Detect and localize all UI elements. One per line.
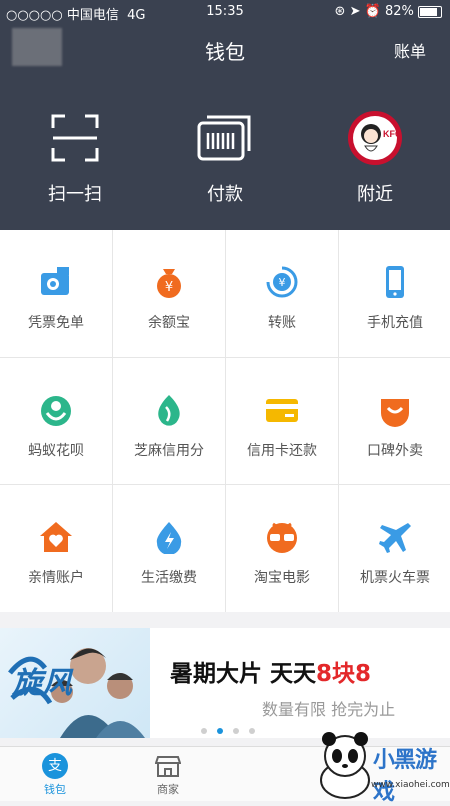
- utility-drop-icon: [113, 519, 225, 555]
- phone-icon: [339, 264, 450, 300]
- grid-label: 口碑外卖: [367, 443, 423, 459]
- pay-button[interactable]: 付款: [165, 110, 285, 206]
- pay-barcode-icon: [165, 110, 285, 166]
- nearby-button[interactable]: KFC 附近: [315, 110, 435, 206]
- huabei-icon: [0, 392, 112, 428]
- grid-label: 亲情账户: [28, 570, 84, 586]
- takeout-icon: [339, 392, 450, 428]
- banner-price: 8块8: [316, 661, 372, 687]
- nearby-label: 附近: [357, 184, 393, 205]
- grid-item-movie[interactable]: 淘宝电影: [226, 485, 338, 612]
- battery-icon: [418, 5, 442, 18]
- watermark-url: www.xiaohei.com: [371, 780, 450, 790]
- svg-text:¥: ¥: [279, 276, 286, 289]
- money-bag-icon: ¥: [113, 264, 225, 300]
- scan-button[interactable]: 扫一扫: [15, 110, 135, 206]
- grid-label: 转账: [268, 315, 296, 331]
- grid-label: 机票火车票: [360, 570, 430, 586]
- sesame-icon: [113, 392, 225, 428]
- grid-label: 蚂蚁花呗: [28, 443, 84, 459]
- svg-text:¥: ¥: [165, 280, 173, 295]
- family-house-icon: [0, 519, 112, 555]
- shop-icon: [154, 753, 182, 779]
- wallet-header-panel: ○○○○○ 中国电信 4G 15:35 ⊛ ➤ ⏰ 82% 钱包 账单 扫一扫 …: [0, 0, 450, 230]
- carousel-dots: [196, 719, 260, 738]
- grid-item-tickets[interactable]: 机票火车票: [339, 485, 450, 612]
- svg-text:KFC: KFC: [383, 129, 402, 139]
- grid-item-transfer[interactable]: ¥ 转账: [226, 230, 338, 357]
- lock-rotation-icon: ⊛: [334, 4, 346, 19]
- grid-item-koubei[interactable]: 口碑外卖: [339, 358, 450, 485]
- tab-shop[interactable]: 商家: [133, 753, 203, 797]
- grid-label: 生活缴费: [141, 570, 197, 586]
- scan-label: 扫一扫: [48, 184, 102, 205]
- grid-label: 余额宝: [148, 315, 190, 331]
- ticket-camera-icon: [0, 264, 112, 300]
- site-watermark: 小黑游戏 www.xiaohei.com: [255, 730, 450, 805]
- grid-label: 手机充值: [367, 315, 423, 331]
- carousel-dot[interactable]: [233, 728, 239, 734]
- carousel-dot[interactable]: [201, 728, 207, 734]
- service-grid: 凭票免单 ¥ 余额宝 ¥ 转账 手机充值 蚂蚁花呗 芝麻信用分 信用卡还款 口碑…: [0, 230, 450, 612]
- grid-label: 芝麻信用分: [134, 443, 204, 459]
- grid-item-family[interactable]: 亲情账户: [0, 485, 112, 612]
- movie-glasses-icon: [226, 519, 338, 555]
- scan-icon: [15, 110, 135, 166]
- grid-item-creditcard[interactable]: 信用卡还款: [226, 358, 338, 485]
- status-bar: ○○○○○ 中国电信 4G 15:35 ⊛ ➤ ⏰ 82%: [0, 0, 450, 24]
- tab-wallet[interactable]: 支 钱包: [20, 753, 90, 797]
- page-title: 钱包: [205, 40, 245, 64]
- kfc-logo-icon: KFC: [315, 110, 435, 166]
- poster-title-text: 旋风: [12, 666, 72, 701]
- grid-item-topup[interactable]: 手机充值: [339, 230, 450, 357]
- grid-item-sesame[interactable]: 芝麻信用分: [113, 358, 225, 485]
- grid-item-yuebao[interactable]: ¥ 余额宝: [113, 230, 225, 357]
- grid-item-voucher[interactable]: 凭票免单: [0, 230, 112, 357]
- watermark-text: 小黑游戏: [373, 748, 437, 805]
- movie-poster-image: 旋风: [0, 628, 150, 738]
- battery-percent: 82%: [384, 4, 414, 19]
- grid-item-utility[interactable]: 生活缴费: [113, 485, 225, 612]
- pay-label: 付款: [207, 184, 243, 205]
- banner-headline: 暑期大片 天天: [170, 661, 317, 687]
- location-icon: ➤: [349, 4, 361, 19]
- banner-subtitle: 数量有限 抢完为止: [262, 700, 396, 719]
- bill-button[interactable]: 账单: [394, 38, 426, 62]
- grid-label: 信用卡还款: [247, 443, 317, 459]
- tab-label: 钱包: [44, 783, 66, 796]
- alarm-icon: ⏰: [364, 4, 381, 19]
- tab-label: 商家: [157, 783, 179, 796]
- carousel-dot-active[interactable]: [217, 728, 223, 734]
- transfer-icon: ¥: [226, 264, 338, 300]
- credit-card-icon: [226, 392, 338, 428]
- grid-item-huabei[interactable]: 蚂蚁花呗: [0, 358, 112, 485]
- plane-icon: [339, 519, 450, 555]
- grid-label: 凭票免单: [28, 315, 84, 331]
- grid-label: 淘宝电影: [254, 570, 310, 586]
- wallet-icon: 支: [42, 753, 68, 779]
